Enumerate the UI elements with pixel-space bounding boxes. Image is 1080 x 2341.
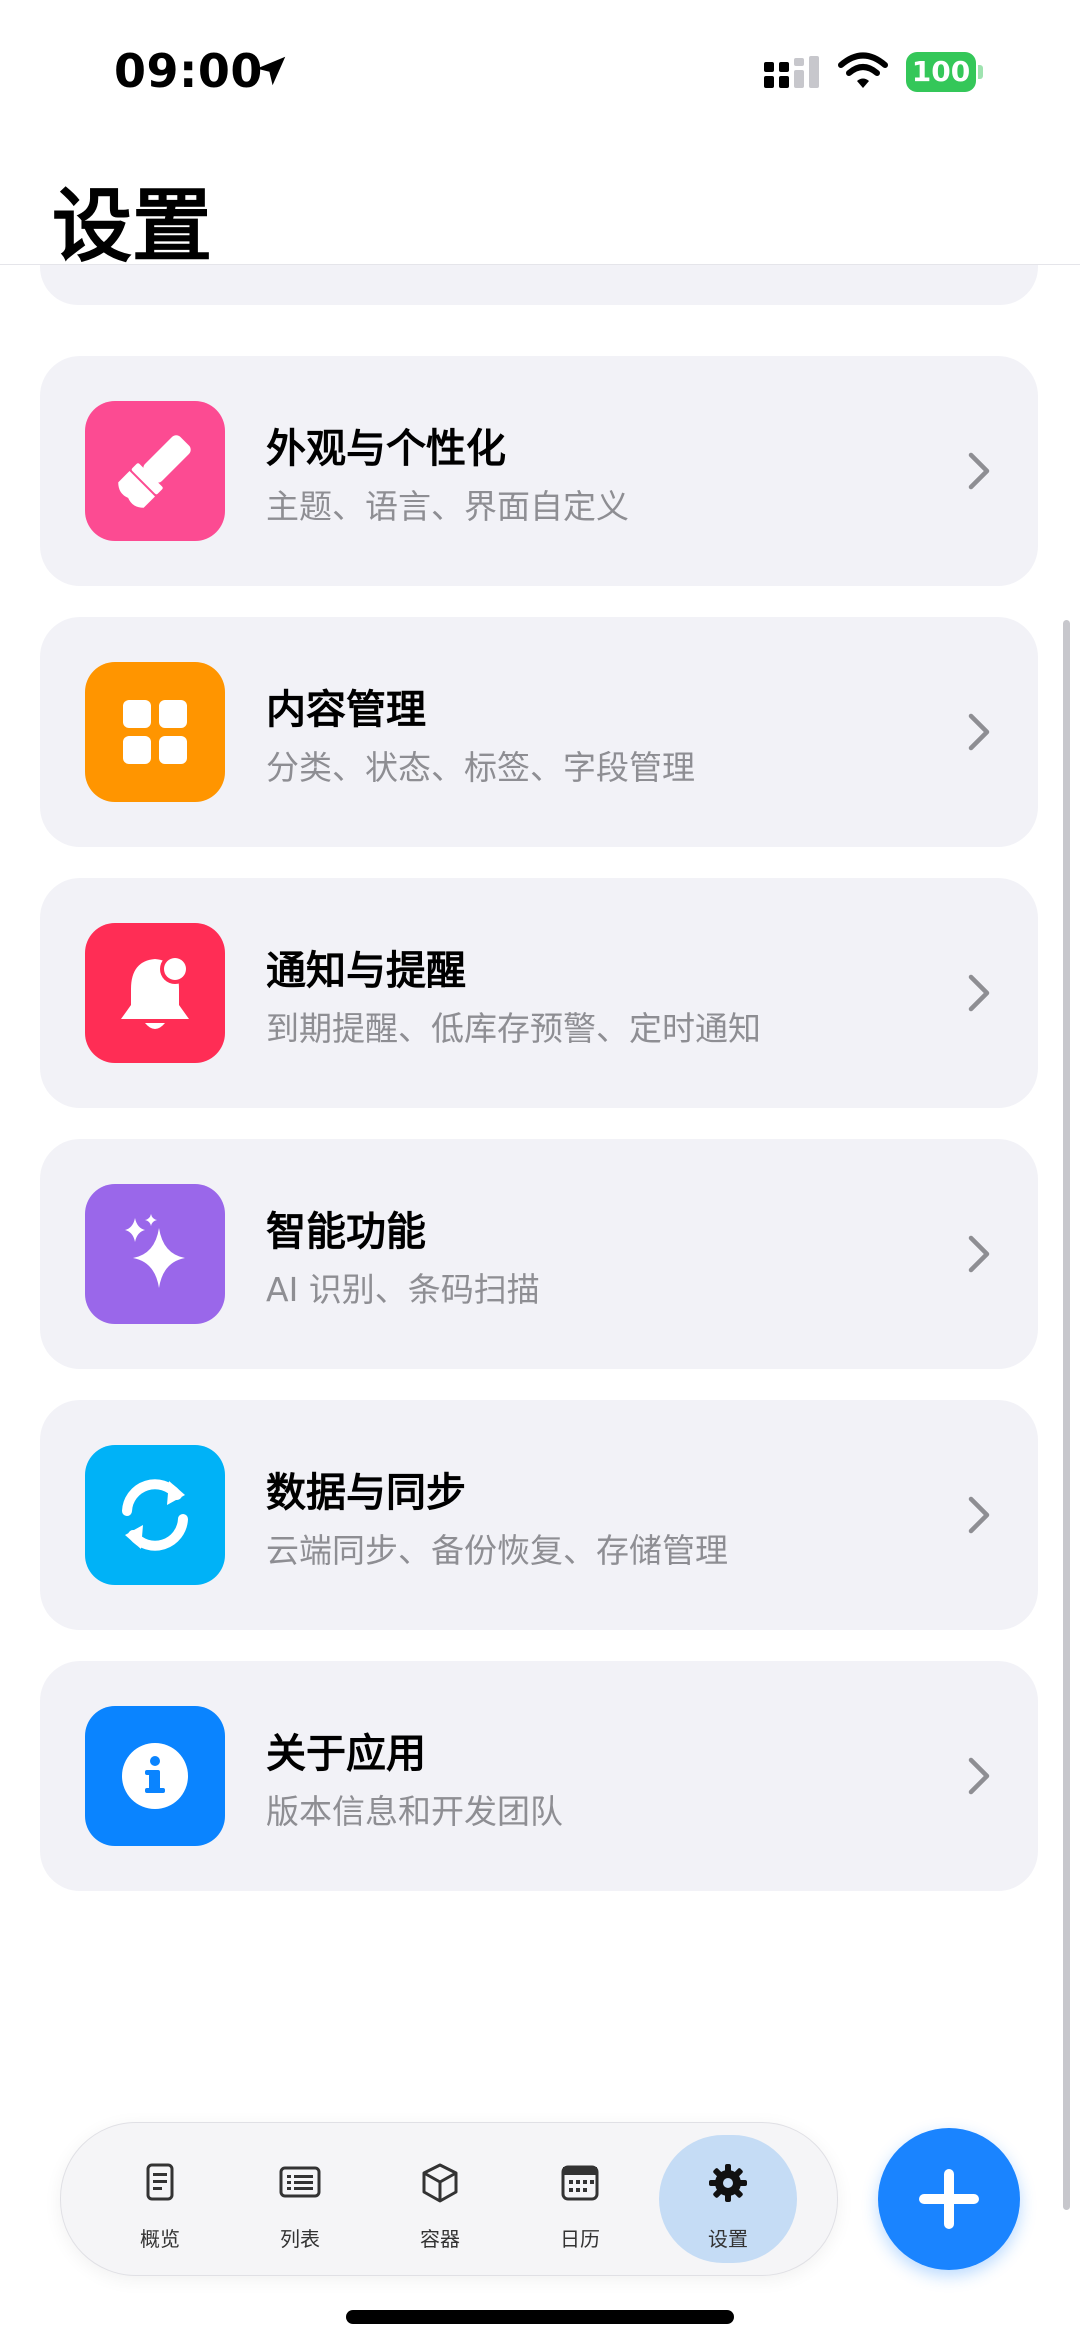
status-bar: 09:00 100 (0, 0, 1080, 150)
tab-bar: 概览 列表 容器 日历 设置 (60, 2122, 838, 2276)
tab-settings[interactable]: 设置 (659, 2135, 797, 2263)
notifications-icon-tile (85, 923, 225, 1063)
chevron-right-icon (968, 974, 990, 1012)
paintbrush-icon (118, 435, 191, 508)
battery-level: 100 (911, 55, 971, 88)
about-icon-tile (85, 1706, 225, 1846)
home-indicator[interactable] (346, 2310, 734, 2324)
battery-tip (978, 65, 983, 79)
settings-item-subtitle: 版本信息和开发团队 (266, 1792, 563, 1831)
settings-item-data-sync[interactable]: 数据与同步 云端同步、备份恢复、存储管理 (40, 1400, 1038, 1630)
plus-icon (919, 2169, 979, 2229)
smart-icon-tile (85, 1184, 225, 1324)
add-button[interactable] (878, 2128, 1020, 2270)
tab-overview[interactable]: 概览 (91, 2135, 229, 2263)
box-icon (422, 2163, 458, 2203)
bell-badge-icon (121, 954, 190, 1029)
chevron-right-icon (968, 1757, 990, 1795)
chevron-right-icon (968, 1235, 990, 1273)
scrollbar[interactable] (1063, 620, 1070, 2210)
settings-item-title: 数据与同步 (266, 1470, 466, 1516)
settings-item-content[interactable]: 内容管理 分类、状态、标签、字段管理 (40, 617, 1038, 847)
sparkles-icon (125, 1214, 185, 1288)
settings-item-subtitle: 到期提醒、低库存预警、定时通知 (266, 1009, 761, 1048)
tab-list[interactable]: 列表 (231, 2135, 369, 2263)
tab-label: 日历 (560, 2227, 600, 2251)
document-icon (146, 2163, 174, 2201)
settings-item-notifications[interactable]: 通知与提醒 到期提醒、低库存预警、定时通知 (40, 878, 1038, 1108)
tab-label: 容器 (420, 2227, 460, 2251)
chevron-right-icon (968, 452, 990, 490)
appearance-icon-tile (85, 401, 225, 541)
settings-item-appearance[interactable]: 外观与个性化 主题、语言、界面自定义 (40, 356, 1038, 586)
tab-label: 列表 (280, 2227, 320, 2251)
battery-indicator: 100 (906, 52, 983, 92)
wifi-icon (838, 52, 888, 88)
settings-card-partial[interactable] (40, 265, 1038, 305)
settings-item-title: 关于应用 (266, 1731, 426, 1777)
tab-calendar[interactable]: 日历 (511, 2135, 649, 2263)
tab-containers[interactable]: 容器 (371, 2135, 509, 2263)
settings-item-subtitle: AI 识别、条码扫描 (266, 1270, 540, 1309)
grid-icon (123, 700, 187, 764)
settings-item-title: 内容管理 (266, 687, 426, 733)
tab-label: 概览 (140, 2227, 180, 2251)
data-sync-icon-tile (85, 1445, 225, 1585)
tab-label: 设置 (708, 2227, 748, 2251)
chevron-right-icon (968, 1496, 990, 1534)
chevron-right-icon (968, 713, 990, 751)
gear-icon (709, 2164, 747, 2202)
settings-item-about[interactable]: 关于应用 版本信息和开发团队 (40, 1661, 1038, 1891)
settings-item-title: 外观与个性化 (266, 426, 506, 472)
status-time: 09:00 (114, 44, 263, 98)
location-arrow-icon (256, 56, 286, 86)
cellular-signal-icon (764, 56, 819, 88)
settings-item-subtitle: 分类、状态、标签、字段管理 (266, 748, 695, 787)
settings-item-title: 智能功能 (266, 1209, 426, 1255)
settings-item-subtitle: 主题、语言、界面自定义 (266, 487, 629, 526)
content-icon-tile (85, 662, 225, 802)
settings-item-subtitle: 云端同步、备份恢复、存储管理 (266, 1531, 728, 1570)
settings-item-smart[interactable]: 智能功能 AI 识别、条码扫描 (40, 1139, 1038, 1369)
calendar-icon (561, 2165, 599, 2201)
sync-icon (122, 1479, 188, 1551)
page-title: 设置 (52, 180, 212, 273)
list-icon (279, 2166, 321, 2198)
settings-item-title: 通知与提醒 (266, 948, 466, 994)
info-icon (122, 1743, 188, 1809)
